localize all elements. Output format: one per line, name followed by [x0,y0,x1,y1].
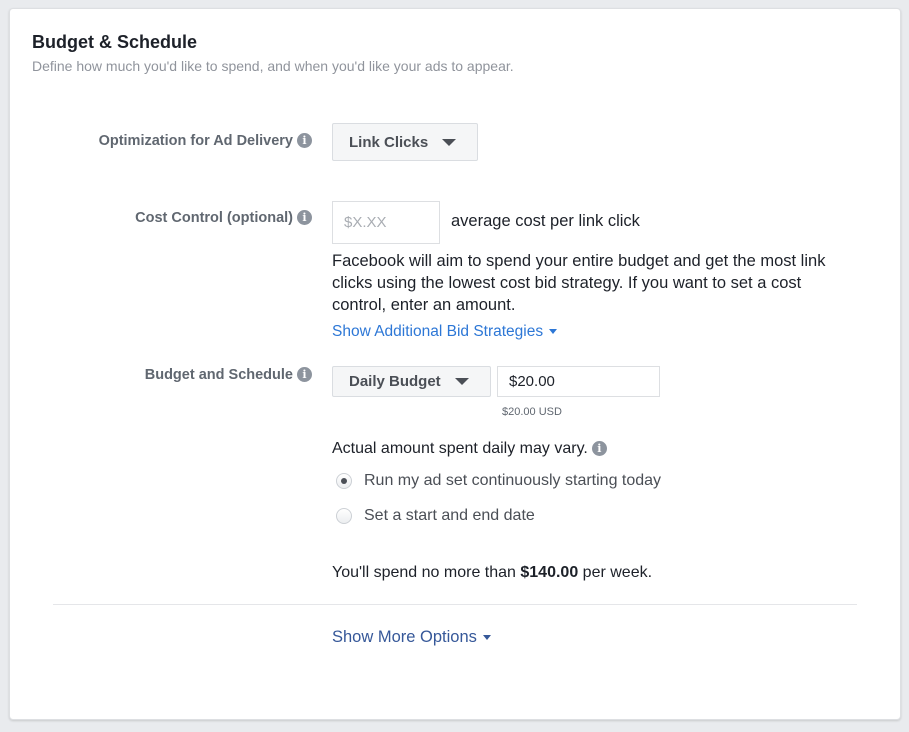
radio-start-end-date[interactable]: Set a start and end date [336,507,535,525]
budget-label: Budget and Schedule [144,367,293,383]
budget-amount-input[interactable] [497,366,660,397]
caret-down-icon [549,329,558,334]
budget-type-selected: Daily Budget [349,373,441,390]
caret-down-icon [442,138,457,146]
vary-note-row: Actual amount spent daily may vary. i [332,438,607,460]
section-subtitle: Define how much you'd like to spend, and… [32,58,514,74]
budget-schedule-card: Budget & Schedule Define how much you'd … [9,8,901,720]
radio-button[interactable] [336,508,352,524]
cost-control-suffix: average cost per link click [451,212,640,230]
radio-start-end-date-label: Set a start and end date [364,507,535,524]
weekly-spend-note: You'll spend no more than $140.00 per we… [332,562,652,584]
cost-control-input[interactable] [332,201,440,244]
cost-control-label: Cost Control (optional) [135,210,293,226]
info-icon[interactable]: i [297,133,312,148]
info-icon[interactable]: i [591,441,607,456]
radio-run-continuously-label: Run my ad set continuously starting toda… [364,472,662,489]
show-bid-strategies-link[interactable]: Show Additional Bid Strategies [332,323,558,341]
radio-dot [341,478,347,484]
radio-button-selected[interactable] [336,473,352,489]
weekly-amount: $140.00 [520,564,579,581]
cost-control-description: Facebook will aim to spend your entire b… [332,252,826,314]
optimization-selected: Link Clicks [349,133,429,151]
section-title: Budget & Schedule [32,32,198,52]
vary-note: Actual amount spent daily may vary. [332,440,588,457]
optimization-dropdown[interactable]: Link Clicks [332,123,478,161]
budget-type-dropdown[interactable]: Daily Budget [332,366,491,397]
cost-control-label-row: Cost Control (optional) i [135,210,312,226]
optimization-label: Optimization for Ad Delivery [98,133,293,149]
info-icon[interactable]: i [297,367,312,382]
radio-run-continuously[interactable]: Run my ad set continuously starting toda… [336,472,661,490]
budget-label-row: Budget and Schedule i [145,367,312,383]
caret-down-icon [454,378,469,385]
show-bid-strategies-label: Show Additional Bid Strategies [332,323,544,340]
optimization-label-row: Optimization for Ad Delivery i [99,133,312,149]
info-icon[interactable]: i [297,210,312,225]
weekly-suffix: per week. [578,564,653,581]
divider [53,604,857,605]
weekly-prefix: You'll spend no more than [332,564,521,581]
caret-down-icon [482,635,491,640]
show-more-options-label: Show More Options [332,628,477,646]
show-more-options-link[interactable]: Show More Options [332,628,491,647]
budget-amount-hint: $20.00 USD [502,406,562,418]
